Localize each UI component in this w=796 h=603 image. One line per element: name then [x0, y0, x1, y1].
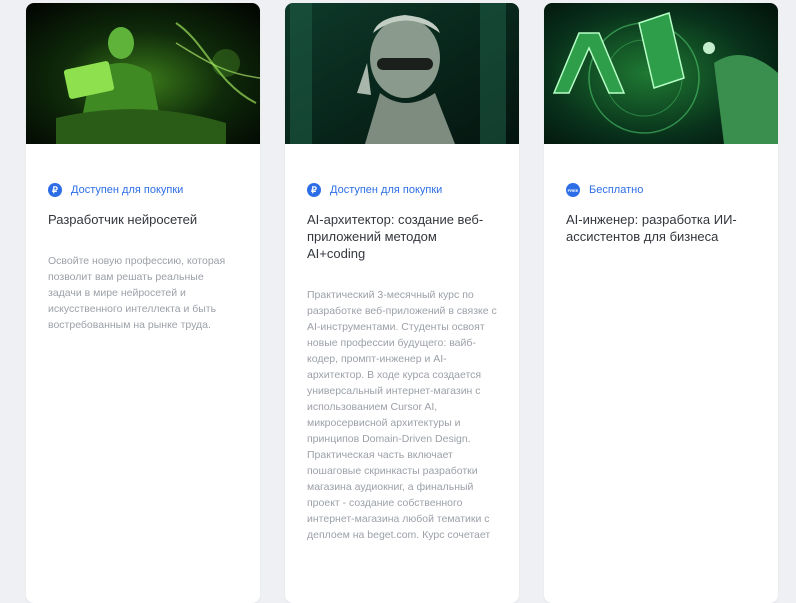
badge-label: Доступен для покупки [330, 184, 443, 196]
course-description: Практический 3-месячный курс по разработ… [307, 289, 497, 541]
course-card[interactable]: ₽ Доступен для покупки AI-архитектор: со… [285, 3, 519, 603]
availability-badge: ₽ Доступен для покупки [48, 183, 238, 197]
badge-label: Доступен для покупки [71, 184, 184, 196]
course-image [285, 3, 519, 144]
free-icon: FREE [566, 183, 580, 197]
ruble-icon: ₽ [48, 183, 62, 197]
course-image [26, 3, 260, 144]
course-description: Освойте новую профессию, которая позволи… [48, 255, 226, 331]
course-card[interactable]: FREE Бесплатно AI-инженер: разработка ИИ… [544, 3, 778, 603]
availability-badge: FREE Бесплатно [566, 183, 756, 197]
availability-badge: ₽ Доступен для покупки [307, 183, 497, 197]
course-title[interactable]: AI-архитектор: создание веб-приложений м… [307, 211, 497, 262]
course-title[interactable]: AI-инженер: разработка ИИ-ассистентов дл… [566, 211, 756, 245]
course-title[interactable]: Разработчик нейросетей [48, 211, 238, 228]
ruble-icon: ₽ [307, 183, 321, 197]
badge-label: Бесплатно [589, 184, 644, 196]
course-card[interactable]: ₽ Доступен для покупки Разработчик нейро… [26, 3, 260, 603]
course-image [544, 3, 778, 144]
